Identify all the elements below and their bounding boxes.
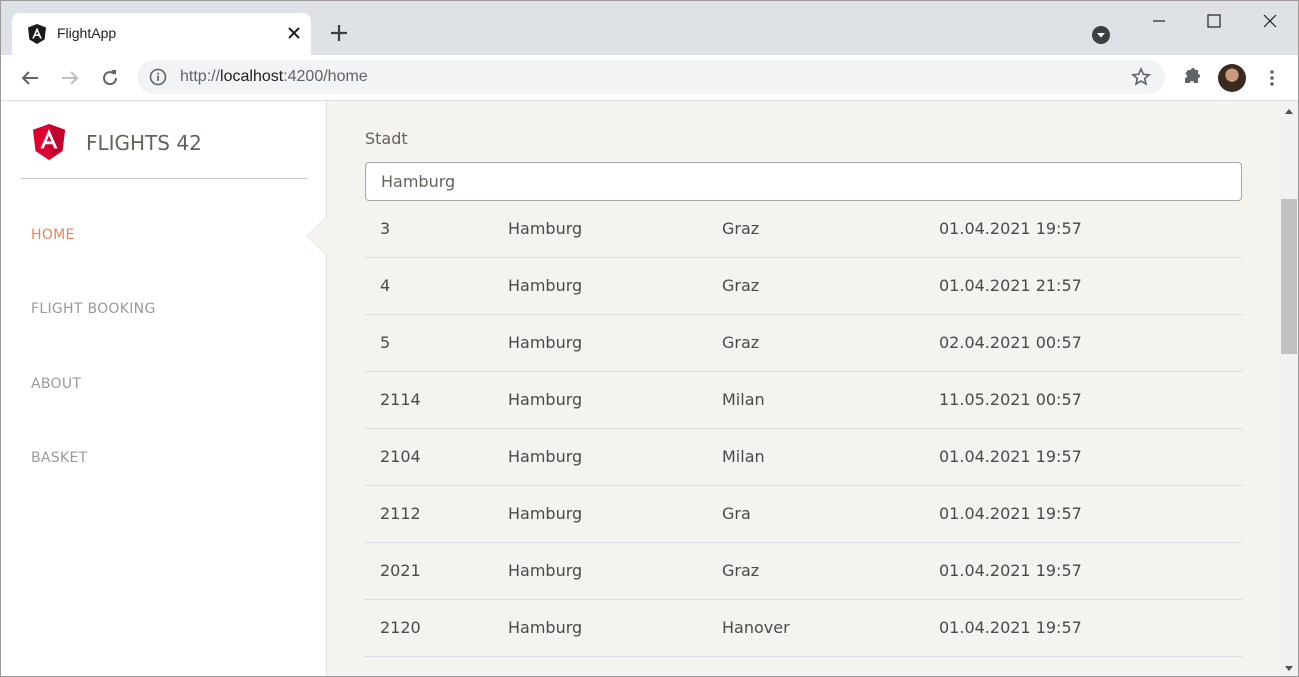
url-scheme: http:// <box>180 68 221 85</box>
profile-avatar[interactable] <box>1218 64 1246 92</box>
flight-row[interactable]: 2114 Hamburg Milan 11.05.2021 00:57 <box>365 372 1242 429</box>
tab-title: FlightApp <box>57 25 117 41</box>
flight-id: 4 <box>380 276 391 295</box>
close-tab-icon[interactable] <box>284 23 304 43</box>
flight-row[interactable]: 4 Hamburg Graz 01.04.2021 21:57 <box>365 258 1242 315</box>
back-icon[interactable] <box>18 66 42 90</box>
brand-name: FLIGHTS 42 <box>86 131 202 155</box>
flight-id: 2114 <box>380 390 421 409</box>
sidebar: FLIGHTS 42 HOME FLIGHT BOOKING ABOUT BAS… <box>1 101 328 676</box>
scroll-up-arrow-icon[interactable] <box>1285 109 1293 114</box>
nav-item-home[interactable]: HOME <box>31 227 75 243</box>
browser-toolbar: http://localhost:4200/home <box>1 55 1298 101</box>
flight-row[interactable]: 5 Hamburg Graz 02.04.2021 00:57 <box>365 315 1242 372</box>
flight-to: Graz <box>722 276 760 295</box>
flight-from: Hamburg <box>508 561 583 580</box>
flight-id: 5 <box>380 333 391 352</box>
flight-row[interactable]: 2021 Hamburg Graz 01.04.2021 19:57 <box>365 543 1242 600</box>
tab-search-icon[interactable] <box>1091 25 1111 45</box>
flight-list: 3 Hamburg Graz 01.04.2021 19:57 4 Hambur… <box>365 201 1242 657</box>
flight-from: Hamburg <box>508 276 583 295</box>
bookmark-star-icon[interactable] <box>1131 67 1151 87</box>
nav-item-flight-booking[interactable]: FLIGHT BOOKING <box>31 301 156 317</box>
info-icon[interactable] <box>149 68 167 86</box>
browser-window: FlightApp http://localhost:4200/home FLI… <box>0 0 1299 677</box>
reload-icon[interactable] <box>98 66 122 90</box>
url-host: localhost <box>220 68 284 85</box>
flight-from: Hamburg <box>508 618 583 637</box>
forward-icon[interactable] <box>58 66 82 90</box>
flight-date: 01.04.2021 19:57 <box>939 219 1082 238</box>
tab-flightapp[interactable]: FlightApp <box>12 13 311 55</box>
flight-date: 01.04.2021 19:57 <box>939 504 1082 523</box>
flight-row[interactable]: 2104 Hamburg Milan 01.04.2021 19:57 <box>365 429 1242 486</box>
flight-to: Milan <box>722 390 765 409</box>
flight-date: 01.04.2021 19:57 <box>939 618 1082 637</box>
angular-logo-icon <box>33 124 65 160</box>
flight-row[interactable]: 3 Hamburg Graz 01.04.2021 19:57 <box>365 201 1242 258</box>
flight-from: Hamburg <box>508 219 583 238</box>
city-label: Stadt <box>365 129 408 148</box>
flight-id: 3 <box>380 219 391 238</box>
flight-from: Hamburg <box>508 333 583 352</box>
flight-id: 2104 <box>380 447 421 466</box>
page-scrollbar[interactable] <box>1280 101 1298 676</box>
tab-strip: FlightApp <box>1 1 1298 55</box>
flight-to: Graz <box>722 561 760 580</box>
scrollbar-thumb[interactable] <box>1281 199 1297 354</box>
page-viewport: FLIGHTS 42 HOME FLIGHT BOOKING ABOUT BAS… <box>1 101 1298 676</box>
flight-to: Gra <box>722 504 751 523</box>
brand-divider <box>21 178 308 179</box>
flight-date: 01.04.2021 21:57 <box>939 276 1082 295</box>
flight-from: Hamburg <box>508 504 583 523</box>
flight-from: Hamburg <box>508 390 583 409</box>
new-tab-icon[interactable] <box>328 22 350 44</box>
minimize-icon[interactable] <box>1147 9 1171 33</box>
flight-date: 02.04.2021 00:57 <box>939 333 1082 352</box>
address-bar[interactable]: http://localhost:4200/home <box>137 60 1165 94</box>
extensions-puzzle-icon[interactable] <box>1180 66 1204 90</box>
url-path: :4200/home <box>283 68 368 85</box>
flight-to: Milan <box>722 447 765 466</box>
flight-id: 2112 <box>380 504 421 523</box>
flight-date: 01.04.2021 19:57 <box>939 561 1082 580</box>
scroll-down-arrow-icon[interactable] <box>1285 666 1293 671</box>
flight-id: 2021 <box>380 561 421 580</box>
flight-date: 11.05.2021 00:57 <box>939 390 1082 409</box>
flight-id: 2120 <box>380 618 421 637</box>
flight-to: Graz <box>722 333 760 352</box>
flight-to: Hanover <box>722 618 790 637</box>
angular-favicon-icon <box>28 24 46 44</box>
active-nav-indicator <box>307 216 328 256</box>
flight-row[interactable]: 2112 Hamburg Gra 01.04.2021 19:57 <box>365 486 1242 543</box>
flight-date: 01.04.2021 19:57 <box>939 447 1082 466</box>
flight-to: Graz <box>722 219 760 238</box>
menu-kebab-icon[interactable] <box>1260 66 1284 90</box>
maximize-icon[interactable] <box>1202 9 1226 33</box>
nav-item-about[interactable]: ABOUT <box>31 376 81 392</box>
url-text: http://localhost:4200/home <box>180 68 368 86</box>
close-window-icon[interactable] <box>1258 9 1282 33</box>
flight-row[interactable]: 2120 Hamburg Hanover 01.04.2021 19:57 <box>365 600 1242 657</box>
nav-item-basket[interactable]: BASKET <box>31 450 87 466</box>
city-input[interactable] <box>365 162 1242 201</box>
flight-from: Hamburg <box>508 447 583 466</box>
